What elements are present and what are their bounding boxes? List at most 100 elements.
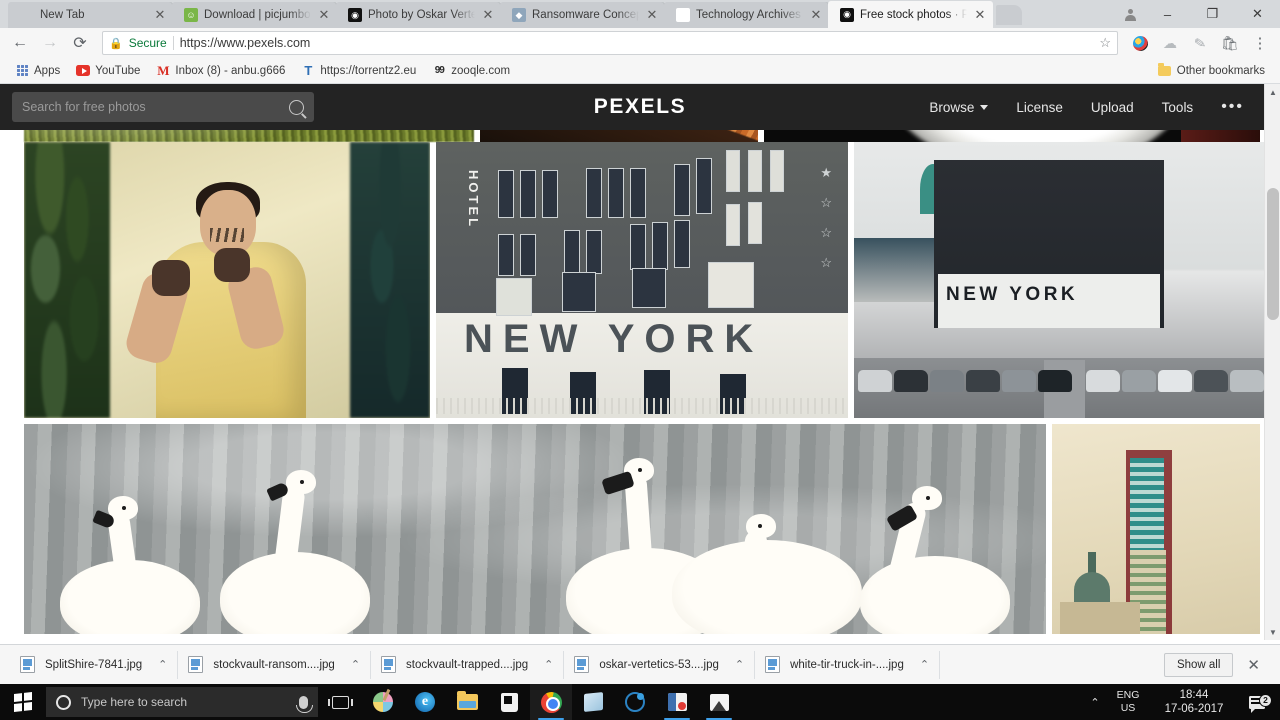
nav-tools[interactable]: Tools	[1162, 100, 1194, 115]
back-icon[interactable]: ←	[6, 30, 34, 56]
pexels-camera-icon: ◉	[840, 7, 854, 22]
download-item[interactable]: oskar-vertetics-53....jpg ⌃	[564, 650, 756, 679]
photo-thumbnail-swans[interactable]	[24, 424, 1046, 634]
torrentz-icon: T	[304, 63, 313, 78]
tab-close-icon[interactable]: ✕	[645, 8, 659, 22]
download-filename: oskar-vertetics-53....jpg	[599, 658, 719, 671]
maximize-button[interactable]: ❐	[1190, 0, 1235, 28]
taskbar-app-microsoft-store[interactable]	[488, 684, 530, 720]
taskbar-app-google-chrome[interactable]	[530, 684, 572, 720]
bookmark-apps[interactable]: Apps	[8, 61, 67, 81]
bookmark-label: https://torrentz2.eu	[320, 64, 417, 77]
edge-icon: e	[415, 692, 435, 712]
browser-tab-picjumbo[interactable]: ☺ Download | picjumbo – ✕	[172, 2, 337, 28]
extension-color-icon[interactable]	[1128, 31, 1152, 55]
browser-tab-technology-archives[interactable]: Split Technology Archives - S ✕	[664, 2, 829, 28]
download-filename: SplitShire-7841.jpg	[45, 658, 143, 671]
bookmark-torrentz2[interactable]: T https://torrentz2.eu	[294, 61, 423, 81]
page-scrollbar[interactable]: ▲ ▼	[1264, 84, 1280, 640]
search-icon[interactable]	[289, 99, 304, 115]
system-tray: ⌃ ENG US 18:44 17-06-2017 2	[1082, 684, 1280, 720]
bookmark-label: zooqle.com	[451, 64, 511, 77]
download-filename: stockvault-trapped....jpg	[406, 658, 529, 671]
download-menu-caret-icon[interactable]: ⌃	[158, 658, 167, 671]
bookmark-inbox[interactable]: M Inbox (8) - anbu.g666	[149, 61, 292, 81]
nav-license[interactable]: License	[1016, 100, 1063, 115]
chrome-menu-icon[interactable]: ⋮	[1248, 31, 1272, 55]
search-box[interactable]	[12, 92, 314, 122]
address-bar[interactable]: 🔒 Secure https://www.pexels.com ☆	[102, 31, 1118, 55]
tab-close-icon[interactable]: ✕	[317, 8, 331, 22]
taskbar-search-box[interactable]: Type here to search	[46, 687, 318, 717]
photo-thumbnail-hotel-new-york-facade[interactable]: HOTEL NEW YORK ★ ☆ ☆ ☆	[436, 142, 848, 418]
forward-icon[interactable]: →	[36, 30, 64, 56]
photo-thumbnail-hotel-new-york-parking[interactable]: NEW YORK	[854, 142, 1266, 418]
pexels-logo[interactable]: PEXELS	[594, 95, 686, 119]
nav-browse[interactable]: Browse	[929, 100, 989, 115]
show-hidden-icons-icon[interactable]: ⌃	[1082, 696, 1108, 709]
download-item[interactable]: white-tir-truck-in-....jpg ⌃	[755, 650, 941, 679]
task-view-icon	[327, 695, 353, 709]
photo-thumbnail-tower[interactable]	[1052, 424, 1260, 634]
other-bookmarks-folder[interactable]: Other bookmarks	[1151, 61, 1272, 81]
tab-title: Photo by Oskar Vertetic	[368, 9, 475, 21]
tab-close-icon[interactable]: ✕	[973, 8, 987, 22]
photo-thumbnail-fighter[interactable]	[24, 142, 430, 418]
browser-tab-new-tab[interactable]: New Tab ✕	[8, 2, 173, 28]
scroll-down-arrow-icon[interactable]: ▼	[1265, 624, 1280, 640]
show-all-downloads-button[interactable]: Show all	[1163, 652, 1234, 677]
taskbar-app-file-explorer[interactable]	[446, 684, 488, 720]
nav-overflow-icon[interactable]: •••	[1221, 98, 1244, 116]
download-menu-caret-icon[interactable]: ⌃	[735, 658, 744, 671]
notification-badge: 2	[1259, 693, 1272, 707]
profile-avatar-icon[interactable]	[1115, 0, 1145, 28]
download-item[interactable]: stockvault-ransom....jpg ⌃	[178, 650, 372, 679]
extension-cloud-icon[interactable]: ☁	[1158, 31, 1182, 55]
download-menu-caret-icon[interactable]: ⌃	[544, 658, 553, 671]
bookmark-star-icon[interactable]: ☆	[1099, 35, 1111, 51]
close-window-button[interactable]: ✕	[1235, 0, 1280, 28]
chrome-browser-window: New Tab ✕ ☺ Download | picjumbo – ✕ ◉ Ph…	[0, 0, 1280, 684]
tab-close-icon[interactable]: ✕	[153, 8, 167, 22]
taskbar-app-photos[interactable]	[698, 684, 740, 720]
minimize-button[interactable]: –	[1145, 0, 1190, 28]
tab-close-icon[interactable]: ✕	[809, 8, 823, 22]
taskbar-app-screen-recorder[interactable]	[656, 684, 698, 720]
start-button[interactable]	[0, 684, 46, 720]
address-bar-url: https://www.pexels.com	[179, 36, 311, 50]
tab-title: Free stock photos · Pexe	[860, 8, 967, 21]
scrollbar-thumb[interactable]	[1267, 188, 1279, 320]
language-line-1: ENG	[1116, 689, 1140, 701]
search-input[interactable]	[22, 100, 289, 114]
action-center-button[interactable]: 2	[1240, 693, 1274, 713]
clock[interactable]: 18:44 17-06-2017	[1148, 688, 1240, 716]
download-menu-caret-icon[interactable]: ⌃	[920, 658, 929, 671]
bookmark-zooqle[interactable]: 99 zooqle.com	[425, 61, 517, 81]
tab-close-icon[interactable]: ✕	[481, 8, 495, 22]
windows-logo-icon	[14, 692, 32, 712]
browser-tab-ransomware[interactable]: ◆ Ransomware Concept w ✕	[500, 2, 665, 28]
browser-tab-oskar-vertetic[interactable]: ◉ Photo by Oskar Vertetic ✕	[336, 2, 501, 28]
extension-pen-icon[interactable]: ✎	[1186, 29, 1214, 57]
microphone-icon[interactable]	[296, 695, 313, 713]
taskbar-app-microsoft-edge[interactable]: e	[404, 684, 446, 720]
close-downloads-bar-icon[interactable]: ✕	[1233, 656, 1270, 674]
language-indicator[interactable]: ENG US	[1108, 689, 1148, 715]
nav-upload[interactable]: Upload	[1091, 100, 1134, 115]
reload-icon[interactable]: ⟳	[66, 30, 94, 56]
download-menu-caret-icon[interactable]: ⌃	[351, 658, 360, 671]
download-item[interactable]: SplitShire-7841.jpg ⌃	[10, 650, 179, 679]
taskbar-app-paint-3d[interactable]	[362, 684, 404, 720]
tab-title: New Tab	[40, 9, 85, 21]
bookmark-youtube[interactable]: YouTube	[69, 61, 147, 81]
extension-bag-icon[interactable]: 🛍	[1218, 31, 1242, 55]
scroll-up-arrow-icon[interactable]: ▲	[1265, 84, 1280, 100]
browser-tab-pexels[interactable]: ◉ Free stock photos · Pexe ✕	[828, 1, 993, 28]
taskbar-app-blue-circle[interactable]	[614, 684, 656, 720]
download-item[interactable]: stockvault-trapped....jpg ⌃	[371, 650, 565, 679]
photo-text-new-york: NEW YORK	[464, 317, 764, 362]
image-file-icon	[574, 656, 590, 673]
taskbar-app-onenote[interactable]	[572, 684, 614, 720]
new-tab-button[interactable]	[996, 5, 1022, 25]
task-view-button[interactable]	[318, 684, 362, 720]
